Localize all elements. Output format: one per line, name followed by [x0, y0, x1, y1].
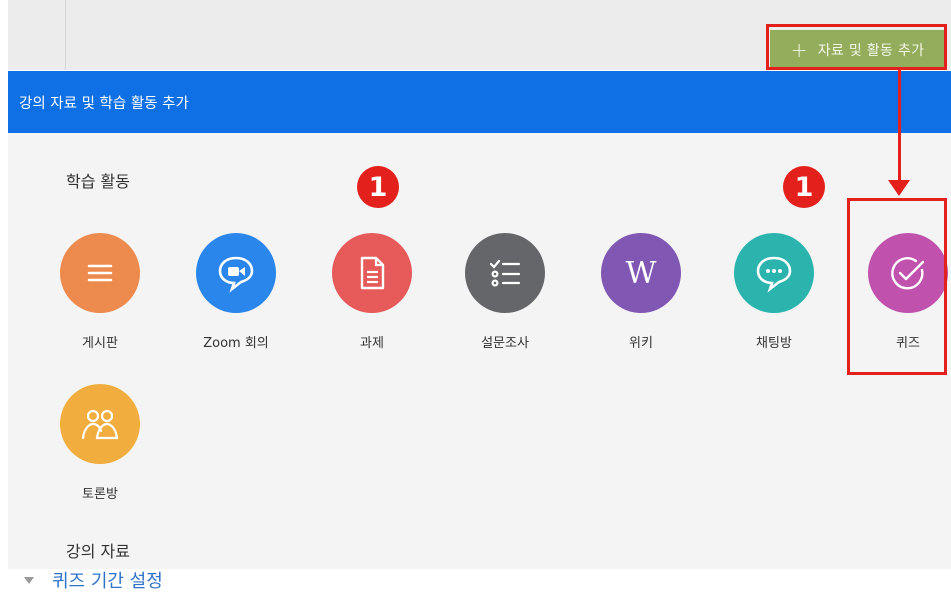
video-chat-icon: [218, 256, 254, 293]
discussion-icon-circle: [60, 384, 140, 464]
annotation-arrow: [898, 68, 901, 181]
add-activity-dialog: 강의 자료 및 학습 활동 추가 학습 활동 게시판 Zoom 회의 과제 설문…: [8, 71, 951, 569]
activity-label: 설문조사: [481, 336, 529, 351]
highlight-quiz: [847, 198, 947, 375]
dialog-header: 강의 자료 및 학습 활동 추가: [8, 71, 951, 133]
chat-icon: [756, 256, 792, 293]
zoom-icon-circle: [196, 233, 276, 313]
divider: [65, 0, 66, 70]
quiz-period-section[interactable]: 퀴즈 기간 설정: [0, 569, 951, 593]
resources-section-title: 강의 자료: [66, 542, 130, 561]
section-heading: 퀴즈 기간 설정: [52, 571, 163, 592]
step-badge: 1: [357, 166, 399, 208]
activity-forum[interactable]: 게시판: [35, 233, 165, 351]
survey-icon-circle: [465, 233, 545, 313]
list-icon: [87, 264, 113, 282]
activity-discussion[interactable]: 토론방: [35, 384, 165, 502]
activity-label: 위키: [629, 336, 653, 351]
activity-label: 채팅방: [756, 336, 792, 351]
activity-label: 게시판: [82, 336, 118, 351]
activity-label: Zoom 회의: [203, 336, 269, 351]
activity-label: 과제: [360, 336, 384, 351]
assignment-icon-circle: [332, 233, 412, 313]
activities-section-title: 학습 활동: [66, 172, 130, 191]
group-icon: [81, 409, 119, 440]
activity-wiki[interactable]: W 위키: [576, 233, 706, 351]
activity-assignment[interactable]: 과제: [307, 233, 437, 351]
activity-label: 토론방: [82, 487, 118, 502]
collapse-triangle-icon: [24, 577, 34, 584]
activity-zoom[interactable]: Zoom 회의: [171, 233, 301, 351]
activity-chat[interactable]: 채팅방: [709, 233, 839, 351]
wiki-icon: W: [625, 255, 657, 291]
checklist-icon: [489, 259, 521, 287]
activity-survey[interactable]: 설문조사: [440, 233, 570, 351]
wiki-icon-circle: W: [601, 233, 681, 313]
chat-icon-circle: [734, 233, 814, 313]
highlight-add-button: [766, 24, 947, 70]
forum-icon-circle: [60, 233, 140, 313]
arrow-head: [888, 180, 910, 196]
step-badge: 1: [783, 166, 825, 208]
document-icon: [360, 256, 385, 290]
dialog-title: 강의 자료 및 학습 활동 추가: [19, 95, 189, 112]
